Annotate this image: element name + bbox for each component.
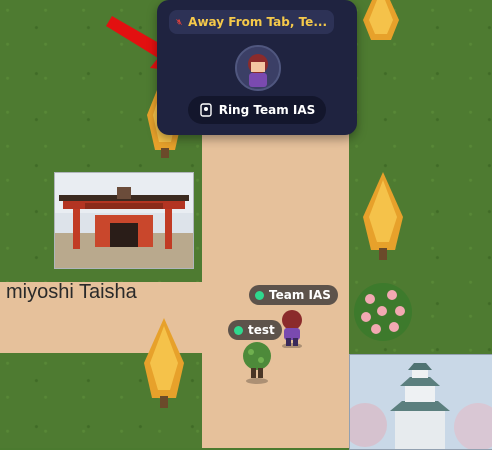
avatar <box>235 45 281 91</box>
avatar-name: test <box>248 323 275 337</box>
avatar-nametag-team-ias[interactable]: Team IAS <box>249 285 338 305</box>
shrine-illustration <box>55 173 193 268</box>
autumn-tree <box>363 172 403 260</box>
ring-button-label: Ring Team IAS <box>218 103 316 117</box>
status-text: Away From Tab, Te... <box>188 15 327 29</box>
microphone-off-icon <box>176 19 182 25</box>
avatar-name: Team IAS <box>269 288 331 302</box>
castle-photo <box>349 354 492 450</box>
ring-bell-icon <box>200 103 212 117</box>
user-popup-card: Away From Tab, Te... Ring Team IAS <box>157 0 357 135</box>
castle-illustration <box>350 355 492 449</box>
status-pill: Away From Tab, Te... <box>169 10 334 34</box>
rose-bush <box>354 283 412 341</box>
avatar-team-ias[interactable] <box>278 308 306 348</box>
avatar-test[interactable] <box>241 340 273 384</box>
autumn-tree <box>144 318 184 408</box>
location-label: miyoshi Taisha <box>6 281 137 303</box>
avatar-image <box>237 47 279 89</box>
avatar-nametag-test[interactable]: test <box>228 320 282 340</box>
online-status-dot <box>234 325 243 335</box>
online-status-dot <box>255 290 264 300</box>
ring-button[interactable]: Ring Team IAS <box>188 96 326 124</box>
autumn-tree <box>363 0 399 40</box>
shrine-photo <box>54 172 194 269</box>
